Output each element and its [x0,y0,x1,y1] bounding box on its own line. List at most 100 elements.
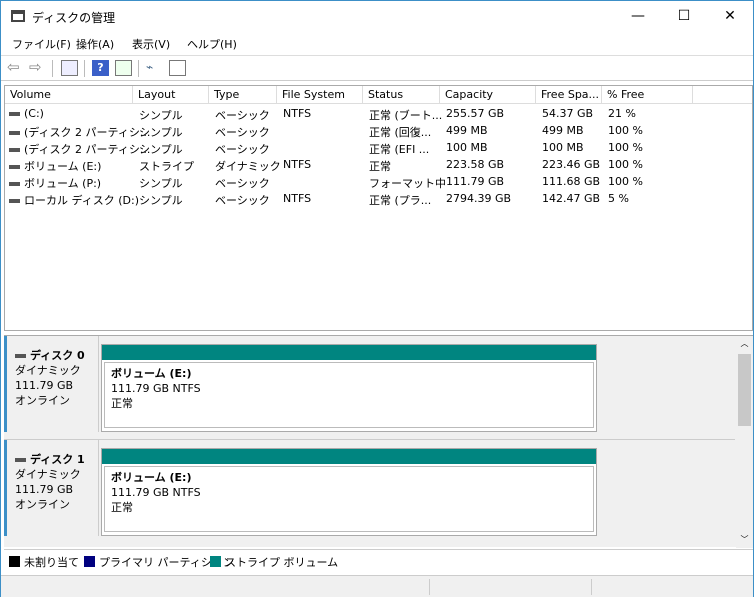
disk-label[interactable]: ディスク 1 ダイナミック 111.79 GB オンライン [4,440,99,536]
partition-name: ボリューム (E:) [111,471,192,484]
table-cell: 21 % [608,107,636,120]
maximize-button[interactable]: ☐ [661,1,707,31]
table-cell: ベーシック [215,143,270,156]
stripe-volume-bar [102,345,596,360]
table-row[interactable]: ボリューム (P:) シンプル ベーシック フォーマット中 111.79 GB 111.6… [5,174,752,191]
table-cell: 100 MB [542,141,584,154]
disk-type: ダイナミック [15,468,81,481]
legend-swatch [210,556,221,567]
help-icon[interactable]: ? [92,60,109,76]
connect-icon[interactable]: ⌁ [146,60,163,76]
partition-status: 正常 [111,397,133,410]
table-cell: NTFS [283,192,312,205]
toolbar: ⇦ ⇨ ? ⌁ [1,55,753,81]
scroll-down-icon[interactable]: ﹀ [736,532,753,548]
menu-file[interactable]: ファイル(F) [12,36,71,52]
title-bar: ディスクの管理 — ☐ ✕ [1,1,753,31]
partition-status: 正常 [111,501,133,514]
table-cell: (ディスク 2 パーティシ... [9,124,150,140]
table-cell: 100 % [608,141,643,154]
column-volume[interactable]: Volume [5,86,133,104]
table-cell: シンプル [139,109,183,122]
table-cell: 499 MB [446,124,488,137]
column-percent-free[interactable]: % Free [602,86,693,104]
close-button[interactable]: ✕ [707,1,753,31]
disk-row: ディスク 1 ダイナミック 111.79 GB オンライン ボリューム (E:)… [4,439,735,536]
table-cell: ボリューム (P:) [9,175,101,191]
disk-graphical-view: ディスク 0 ダイナミック 111.79 GB オンライン ボリューム (E:)… [4,335,753,548]
volume-icon [9,112,20,116]
disk-name: ディスク 1 [30,453,85,466]
volume-icon [9,131,20,135]
table-row[interactable]: (ディスク 2 パーティシ... シンプル ベーシック 正常 (EFI ... 100 … [5,140,752,157]
column-free-space[interactable]: Free Spa... [536,86,602,104]
table-cell: ベーシック [215,177,270,190]
disk-size: 111.79 GB [15,483,74,496]
action-pane-icon[interactable] [115,60,132,76]
properties-icon[interactable] [169,60,186,76]
toolbar-separator [84,60,85,77]
column-capacity[interactable]: Capacity [440,86,536,104]
table-cell: 2794.39 GB [446,192,512,205]
table-cell: 223.58 GB [446,158,505,171]
partition-block[interactable]: ボリューム (E:) 111.79 GB NTFS 正常 [101,448,597,536]
menu-action[interactable]: 操作(A) [76,36,114,52]
legend-swatch [9,556,20,567]
table-cell: 正常 (回復... [369,126,432,139]
table-cell: シンプル [139,177,183,190]
volume-icon [9,148,20,152]
table-row[interactable]: ローカル ディスク (D:) シンプル ベーシック NTFS 正常 (プラ... 2794… [5,191,752,208]
table-row[interactable]: (ディスク 2 パーティシ... シンプル ベーシック 正常 (回復... 499 MB… [5,123,752,140]
console-tree-icon[interactable] [61,60,78,76]
table-cell: 54.37 GB [542,107,594,120]
volume-list: Volume Layout Type File System Status Ca… [4,85,753,331]
table-cell: ベーシック [215,109,270,122]
partition-block[interactable]: ボリューム (E:) 111.79 GB NTFS 正常 [101,344,597,432]
column-layout[interactable]: Layout [133,86,209,104]
menu-help[interactable]: ヘルプ(H) [187,36,237,52]
column-file-system[interactable]: File System [277,86,363,104]
stripe-volume-bar [102,449,596,464]
back-icon[interactable]: ⇦ [7,60,24,76]
legend-unallocated: 未割り当て [9,554,79,570]
vertical-scrollbar[interactable]: ︿ ﹀ [736,336,753,548]
scroll-thumb[interactable] [738,354,751,426]
disk-row: ディスク 0 ダイナミック 111.79 GB オンライン ボリューム (E:)… [4,336,735,432]
window-title: ディスクの管理 [32,11,116,25]
table-cell: 255.57 GB [446,107,505,120]
table-cell: ストライプ [139,160,194,173]
partition-name: ボリューム (E:) [111,367,192,380]
disk-icon [15,458,26,462]
column-type[interactable]: Type [209,86,277,104]
table-cell: 111.79 GB [446,175,505,188]
table-row[interactable]: ボリューム (E:) ストライプ ダイナミック NTFS 正常 223.58 GB 223.… [5,157,752,174]
disk-size: 111.79 GB [15,379,74,392]
table-cell: NTFS [283,107,312,120]
column-status[interactable]: Status [363,86,440,104]
toolbar-separator [52,60,53,77]
menu-bar: ファイル(F) 操作(A) 表示(V) ヘルプ(H) [1,32,753,54]
disk-label[interactable]: ディスク 0 ダイナミック 111.79 GB オンライン [4,336,99,432]
menu-view[interactable]: 表示(V) [132,36,170,52]
forward-icon[interactable]: ⇨ [29,60,46,76]
minimize-button[interactable]: — [615,1,661,31]
table-cell: 142.47 GB [542,192,601,205]
table-cell: (C:) [9,107,44,120]
table-row[interactable]: (C:) シンプル ベーシック NTFS 正常 (ブート... 255.57 GB 54.3… [5,106,752,123]
table-cell: NTFS [283,158,312,171]
volume-icon [9,165,20,169]
table-cell: ダイナミック [215,160,281,173]
table-cell: 正常 (プラ... [369,194,432,207]
disk-state: オンライン [15,394,70,407]
table-cell: 正常 (ブート... [369,109,443,122]
table-cell: 正常 (EFI ... [369,143,430,156]
table-cell: 100 % [608,124,643,137]
table-cell: 100 % [608,158,643,171]
scroll-up-icon[interactable]: ︿ [736,336,753,352]
disk-name: ディスク 0 [30,349,85,362]
legend: 未割り当て プライマリ パーティション ストライプ ボリューム [4,549,753,571]
table-cell: 100 MB [446,141,488,154]
disk-type: ダイナミック [15,364,81,377]
volume-icon [9,199,20,203]
table-cell: フォーマット中 [369,177,446,190]
